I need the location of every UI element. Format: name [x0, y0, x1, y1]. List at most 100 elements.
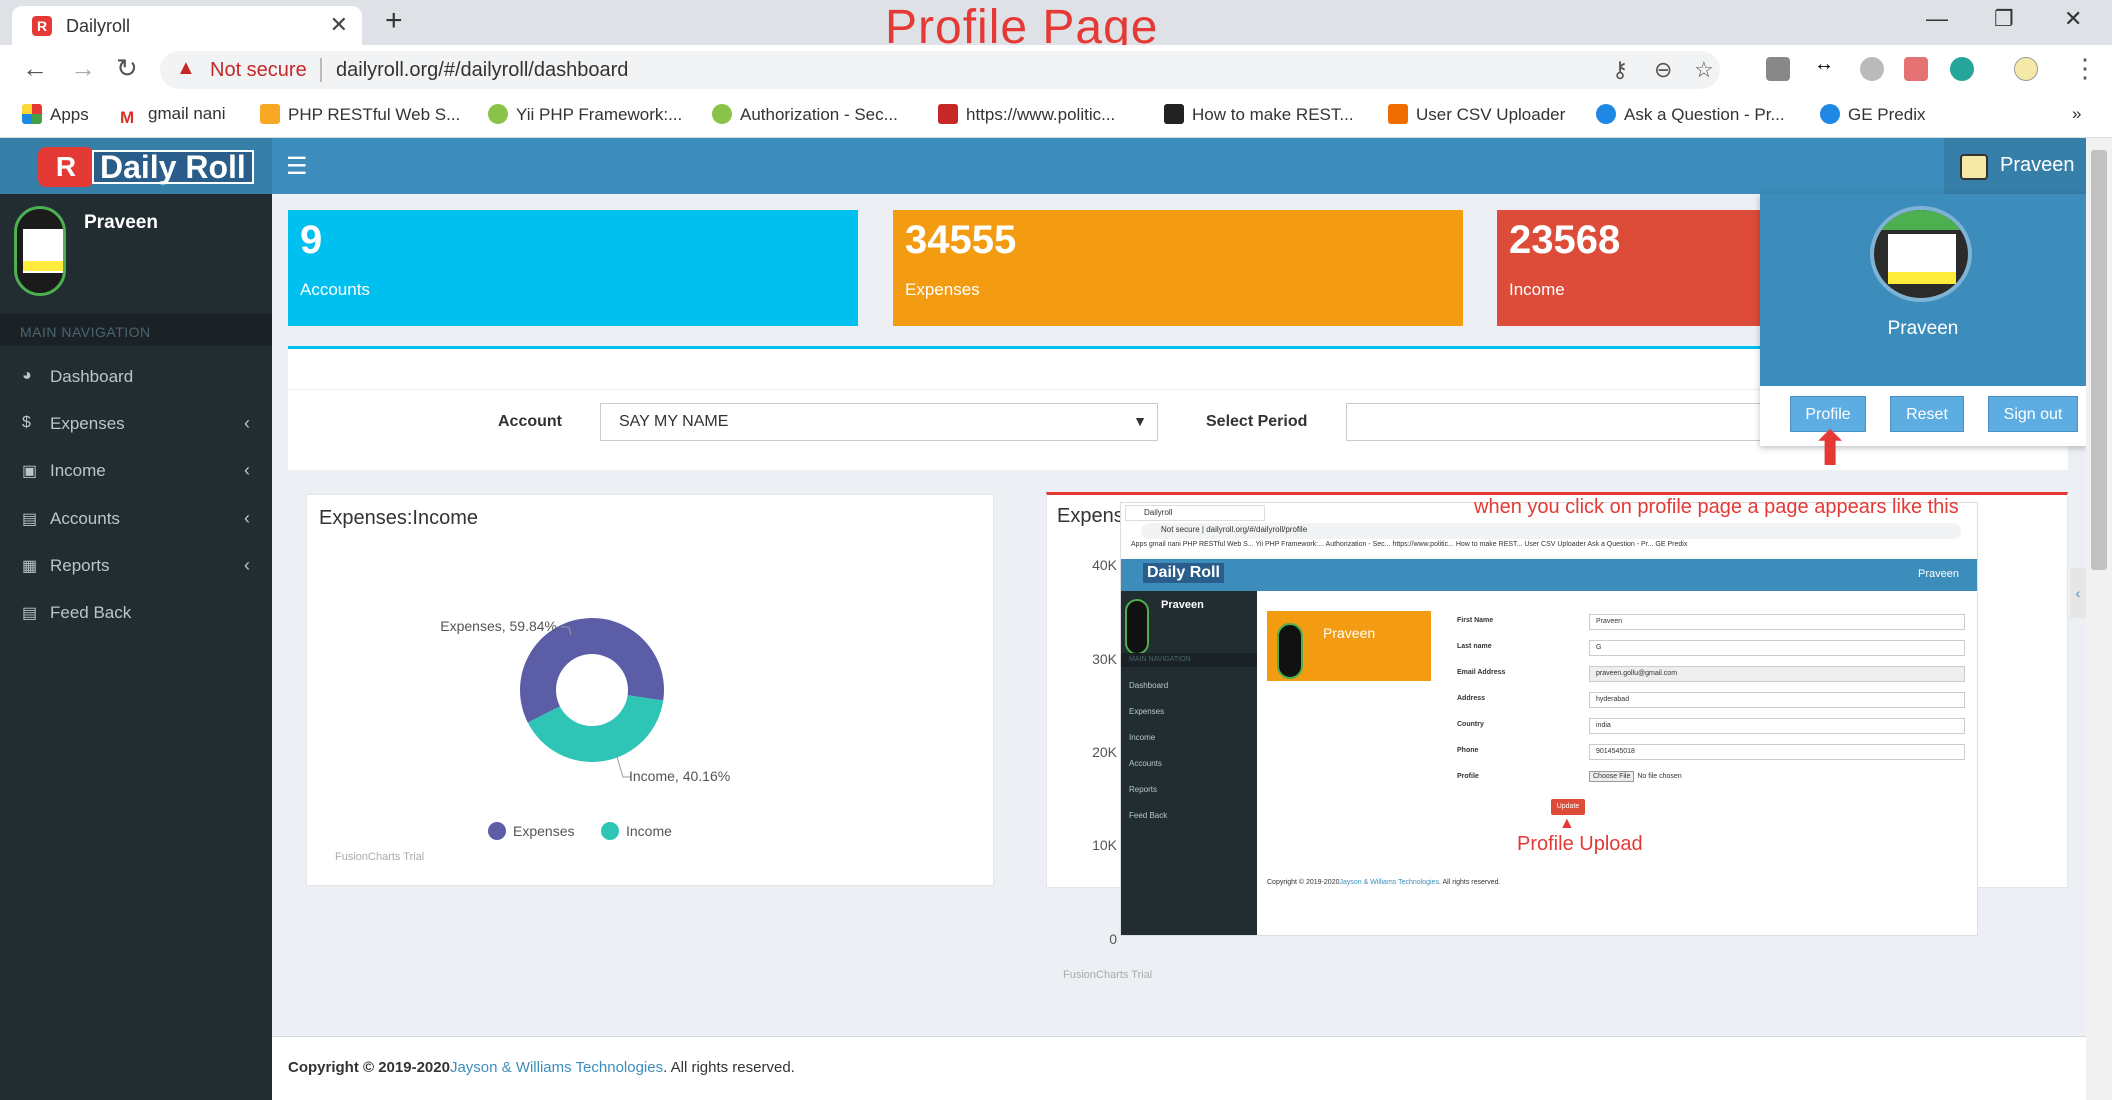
bookmarks-overflow-icon[interactable]: » [2072, 104, 2081, 124]
bookmark-apps[interactable]: Apps [22, 104, 89, 125]
zoom-icon[interactable]: ⊖ [1654, 57, 1672, 83]
close-window-icon[interactable]: ✕ [2064, 6, 2082, 32]
sidebar-item-income[interactable]: ▣ Income ‹ [0, 448, 272, 494]
grammarly-icon[interactable] [1950, 57, 1974, 81]
predix-icon [1596, 104, 1616, 124]
reload-icon[interactable]: ↻ [116, 53, 138, 84]
address-bar-row: ← → ↻ ▲ Not secure dailyroll.org/#/daily… [0, 45, 2112, 95]
donut-chart-panel: Expenses:Income Expenses, 59.84% Income, … [306, 494, 994, 886]
nested-url: Not secure | dailyroll.org/#/dailyroll/p… [1141, 523, 1961, 539]
bookmark-authorization[interactable]: Authorization - Sec... [712, 104, 898, 125]
pie-chart-icon: ◕ [22, 367, 32, 384]
scrollbar-thumb[interactable] [2091, 150, 2107, 570]
forward-icon[interactable]: → [70, 53, 96, 84]
footer-text: Copyright © 2019-2020Jayson & Williams T… [288, 1059, 795, 1076]
legend-label: Income [626, 823, 672, 839]
nested-user: Praveen [1918, 568, 1959, 580]
bookmark-php-restful[interactable]: PHP RESTful Web S... [260, 104, 460, 125]
tab-title: Dailyroll [66, 16, 131, 36]
close-tab-icon[interactable]: ✕ [330, 12, 348, 38]
sidebar-item-accounts[interactable]: ▤ Accounts ‹ [0, 496, 272, 542]
yii-icon [488, 104, 508, 124]
bookmarks-bar: Apps Mgmail nani PHP RESTful Web S... Yi… [0, 95, 2112, 138]
restore-icon[interactable]: ❐ [1994, 6, 2014, 32]
reset-button[interactable]: Reset [1890, 396, 1964, 432]
bookmark-rest[interactable]: How to make REST... [1164, 104, 1354, 125]
hamburger-icon[interactable]: ☰ [286, 152, 308, 181]
sidebar-user-name: Praveen [84, 212, 158, 233]
top-navbar: R Daily Roll ☰ Praveen [0, 138, 2086, 194]
sidebar-item-expenses[interactable]: $ Expenses ‹ [0, 401, 272, 447]
sign-out-button[interactable]: Sign out [1988, 396, 2078, 432]
chart-title: Expens [1057, 505, 1124, 527]
bookmark-csv[interactable]: User CSV Uploader [1388, 104, 1565, 125]
minimize-icon[interactable]: — [1926, 6, 1948, 32]
fusioncharts-trial: FusionCharts Trial [335, 851, 425, 863]
bookmark-yii[interactable]: Yii PHP Framework:... [488, 104, 682, 125]
bookmark-politic[interactable]: https://www.politic... [938, 104, 1115, 125]
star-icon[interactable]: ☆ [1694, 57, 1714, 83]
nested-card-name: Praveen [1323, 625, 1376, 641]
dropdown-arrow-icon: ▼ [1133, 413, 1147, 429]
app-viewport: R Daily Roll ☰ Praveen Praveen MAIN NAVI… [0, 138, 2086, 1100]
scrollbar[interactable] [2086, 138, 2112, 1100]
legend-marker [601, 822, 619, 840]
nested-sidebar-item: Expenses [1129, 707, 1165, 716]
dollar-icon: $ [22, 414, 31, 431]
bookmark-ge-predix[interactable]: GE Predix [1820, 104, 1925, 125]
extension-link-icon[interactable] [1860, 57, 1884, 81]
nested-field-input: Praveen [1589, 614, 1965, 630]
nested-field-label: Country [1457, 721, 1484, 728]
sidebar-item-feedback[interactable]: ▤ Feed Back [0, 590, 272, 636]
extension-arrows-icon[interactable]: ↔ [1814, 53, 1838, 77]
nested-field-label: Phone [1457, 747, 1479, 754]
yii-icon [712, 104, 732, 124]
sidebar-item-dashboard[interactable]: ◕ Dashboard [0, 354, 272, 400]
bookmark-ask[interactable]: Ask a Question - Pr... [1596, 104, 1785, 125]
y-tick-label: 0 [1109, 931, 1117, 947]
nested-nav-header: MAIN NAVIGATION [1121, 653, 1257, 667]
php-bookmark-icon [260, 104, 280, 124]
new-tab-icon[interactable]: + [385, 4, 403, 38]
nested-card-avatar [1277, 623, 1303, 679]
warning-icon: ▲ [176, 57, 196, 79]
nested-update-button: Update [1551, 799, 1585, 815]
sidebar-item-reports[interactable]: ▦ Reports ‹ [0, 543, 272, 589]
account-label: Account [498, 413, 562, 430]
account-select-value: SAY MY NAME [619, 413, 729, 430]
user-menu-toggle[interactable]: Praveen [1944, 138, 2086, 194]
money-icon: ▣ [22, 463, 38, 480]
nested-field-input: india [1589, 718, 1965, 734]
company-link[interactable]: Jayson & Williams Technologies [450, 1059, 663, 1076]
stat-value: 34555 [905, 218, 1017, 262]
data-label-expenses: Expenses, 59.84% [440, 618, 557, 634]
nested-navbar: Daily Roll Praveen [1121, 559, 1977, 591]
nested-field-input: hyderabad [1589, 692, 1965, 708]
url-text[interactable]: dailyroll.org/#/dailyroll/dashboard [336, 59, 628, 82]
extension-g-icon[interactable] [1766, 57, 1790, 81]
book-bookmark-icon [1164, 104, 1184, 124]
account-select[interactable]: SAY MY NAME ▼ [600, 403, 1158, 441]
right-sidebar-toggle[interactable]: ‹ [2070, 568, 2086, 618]
bookmark-gmail[interactable]: Mgmail nani [120, 104, 226, 128]
click-annotation: when you click on profile page a page ap… [1474, 496, 1959, 518]
sidebar: Praveen MAIN NAVIGATION ◕ Dashboard $ Ex… [0, 194, 272, 1100]
y-tick-label: 20K [1092, 744, 1117, 760]
back-icon[interactable]: ← [22, 53, 48, 84]
nested-footer: Copyright © 2019-2020Jayson & Williams T… [1267, 879, 1501, 886]
fusioncharts-trial: FusionCharts Trial [1063, 969, 1153, 981]
key-icon[interactable]: ⚷ [1612, 57, 1628, 83]
browser-tab[interactable]: R Dailyroll ✕ [12, 6, 362, 45]
logo[interactable]: R Daily Roll [0, 138, 272, 194]
nested-tab: Dailyroll [1125, 505, 1265, 521]
omnibox[interactable]: ▲ Not secure dailyroll.org/#/dailyroll/d… [160, 51, 1720, 89]
footer: Copyright © 2019-2020Jayson & Williams T… [272, 1036, 2086, 1100]
nested-field-label: Address [1457, 695, 1486, 702]
arrow-up-icon: ▲ [1559, 815, 1575, 832]
profile-avatar-icon[interactable] [2014, 57, 2038, 81]
extension-cast-icon[interactable] [1904, 57, 1928, 81]
nested-field-label: First Name [1457, 617, 1494, 624]
menu-kebab-icon[interactable]: ⋮ [2072, 53, 2098, 84]
nested-file-input: Choose File No file chosen [1589, 771, 1682, 782]
not-secure-label: Not secure [210, 59, 307, 81]
